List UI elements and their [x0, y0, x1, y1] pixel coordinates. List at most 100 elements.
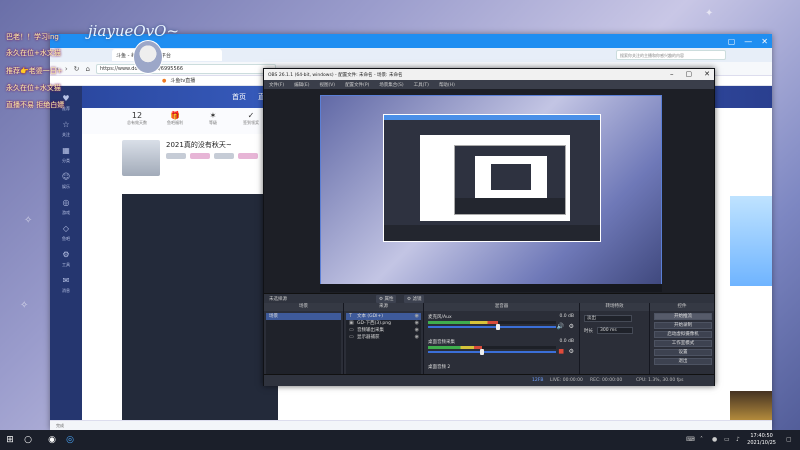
windows-start-icon[interactable]: ⊞: [4, 434, 16, 446]
browser-search-input[interactable]: 搜索你关注的主播和你感兴趣的内容: [616, 50, 726, 60]
rec-time: REC: 00:00:00: [590, 378, 623, 383]
nav-fun-icon[interactable]: ☺: [60, 172, 72, 182]
browser-tab[interactable]: 斗鱼 - 每个人的直播平台: [112, 49, 222, 61]
mic-icon[interactable]: ●: [712, 436, 717, 443]
virtual-camera-button[interactable]: 启动虚拟摄像机: [654, 331, 712, 338]
eye-icon[interactable]: ◉: [415, 320, 419, 327]
taskbar: ⊞ ○ ◉ ◎ ⌨ ˄ ● ▭ ♪ 17:40:50 2021/10/25 ▢: [0, 430, 800, 450]
refresh-icon[interactable]: ↻: [74, 65, 80, 73]
home-icon[interactable]: ⌂: [86, 65, 90, 73]
obs-taskbar-icon[interactable]: ◉: [46, 434, 58, 446]
eye-icon[interactable]: ◉: [415, 327, 419, 334]
battery-icon[interactable]: ▭: [724, 436, 730, 443]
nav-tools-icon[interactable]: ⚙: [60, 250, 72, 260]
speaker-icon[interactable]: 🔊: [557, 323, 564, 330]
search-icon[interactable]: ○: [22, 434, 34, 446]
tab-home[interactable]: 首页: [232, 92, 246, 102]
overlay-streamer-name: jiayueOvO~: [88, 22, 180, 40]
eye-icon[interactable]: ◉: [415, 313, 419, 320]
keyboard-icon[interactable]: ⌨: [686, 436, 695, 443]
volume-meter: [428, 321, 556, 324]
room-info: 2021真的没有秋天~: [122, 140, 278, 184]
dock-title: 场景: [264, 303, 343, 311]
menu-view[interactable]: 视图(V): [319, 82, 335, 88]
level-icon: ✶: [209, 111, 217, 120]
menu-edit[interactable]: 编辑(E): [294, 82, 309, 88]
menu-help[interactable]: 帮助(H): [439, 82, 455, 88]
address-bar[interactable]: https://www.douyu.com/6995566: [95, 63, 276, 74]
room-tag[interactable]: [214, 153, 234, 159]
bookmark-item[interactable]: 斗鱼tv直播: [170, 77, 195, 84]
close-icon[interactable]: ✕: [761, 37, 768, 46]
stat-gift[interactable]: 🎁 鱼吧福利: [160, 111, 190, 126]
volume-icon[interactable]: ♪: [736, 436, 740, 443]
scene-item[interactable]: 场景: [266, 313, 341, 320]
stat-label: 等级: [209, 120, 217, 125]
stat-label: 鱼吧福利: [167, 120, 183, 125]
maximize-icon[interactable]: ▢: [686, 70, 693, 78]
no-source-label: 未选择源: [269, 297, 287, 302]
duration-input[interactable]: 300 ms: [597, 327, 633, 334]
nav-forum-icon[interactable]: ◇: [60, 224, 72, 234]
obs-preview[interactable]: [320, 95, 662, 290]
dropped-frames: 12FB: [532, 378, 544, 383]
live-time: LIVE: 00:00:00: [550, 378, 583, 383]
start-recording-button[interactable]: 开始录制: [654, 322, 712, 329]
stat-checkin[interactable]: ✓ 签到领奖: [236, 111, 266, 126]
checkin-icon: ✓: [247, 111, 255, 120]
room-tag[interactable]: [238, 153, 258, 159]
notification-icon[interactable]: ▢: [786, 436, 792, 443]
filters-button[interactable]: ⚙ 滤镜: [404, 295, 425, 303]
nav-message-icon[interactable]: ✉: [60, 276, 72, 286]
browser-taskbar-icon[interactable]: ◎: [64, 434, 76, 446]
settings-button[interactable]: 设置: [654, 349, 712, 356]
video-player[interactable]: [122, 194, 278, 420]
transition-select[interactable]: 淡出: [584, 315, 632, 322]
clock[interactable]: 17:40:50 2021/10/25: [747, 433, 776, 447]
muted-icon[interactable]: ■: [558, 348, 564, 355]
menu-tools[interactable]: 工具(T): [414, 82, 429, 88]
forward-icon[interactable]: ›: [65, 65, 68, 73]
studio-mode-button[interactable]: 工作室模式: [654, 340, 712, 347]
volume-slider[interactable]: [428, 349, 556, 355]
source-item[interactable]: ▭ 音频输出采集 ◉: [346, 327, 421, 334]
stat-days[interactable]: 12 总有效天数: [122, 111, 152, 126]
start-streaming-button[interactable]: 开始推流: [654, 313, 712, 320]
source-item[interactable]: ▭ 显示器捕获 ◉: [346, 334, 421, 341]
bookmark-icon: ●: [162, 77, 167, 84]
nav-label: 娱乐: [62, 184, 70, 189]
obs-menubar: 文件(F) 编辑(E) 视图(V) 配置文件(P) 场景集合(S) 工具(T) …: [264, 80, 714, 89]
maximize-icon[interactable]: ▢: [728, 37, 736, 46]
chevron-up-icon[interactable]: ˄: [700, 436, 703, 443]
transition-type-row: 淡出: [584, 315, 632, 322]
nav-follow-icon[interactable]: ☆: [60, 120, 72, 130]
properties-button[interactable]: ⚙ 属性: [376, 295, 397, 303]
dock-title: 转场特效: [580, 303, 649, 311]
close-icon[interactable]: ✕: [704, 70, 710, 78]
audio-source-icon: ▭: [349, 327, 354, 333]
source-item[interactable]: T 文本 (GDI+) ◉: [346, 313, 421, 320]
minimize-icon[interactable]: –: [670, 70, 674, 78]
scenes-list: 场景: [266, 313, 341, 375]
volume-slider[interactable]: [428, 324, 556, 330]
menu-scene-collection[interactable]: 场景集合(S): [379, 82, 403, 88]
source-item[interactable]: ▣ GD-下西(3).png ◉: [346, 320, 421, 327]
room-tag[interactable]: [190, 153, 210, 159]
room-avatar[interactable]: [122, 140, 160, 176]
menu-file[interactable]: 文件(F): [269, 82, 284, 88]
side-banner[interactable]: [730, 196, 772, 286]
nav-category-icon[interactable]: ▦: [60, 146, 72, 156]
volume-meter: [428, 346, 556, 349]
room-tag[interactable]: [166, 153, 186, 159]
nav-label: 游戏: [62, 210, 70, 215]
minimize-icon[interactable]: —: [744, 37, 752, 46]
gear-icon[interactable]: ⚙: [569, 323, 574, 330]
menu-profile[interactable]: 配置文件(P): [345, 82, 369, 88]
exit-button[interactable]: 退出: [654, 358, 712, 365]
mixer-track: 桌面音频采集 0.0 dB ■ ⚙: [428, 339, 576, 361]
nav-game-icon[interactable]: ◎: [60, 198, 72, 208]
gear-icon[interactable]: ⚙: [569, 348, 574, 355]
streamer-avatar: [133, 40, 163, 74]
stat-level[interactable]: ✶ 等级: [198, 111, 228, 126]
eye-icon[interactable]: ◉: [415, 334, 419, 341]
